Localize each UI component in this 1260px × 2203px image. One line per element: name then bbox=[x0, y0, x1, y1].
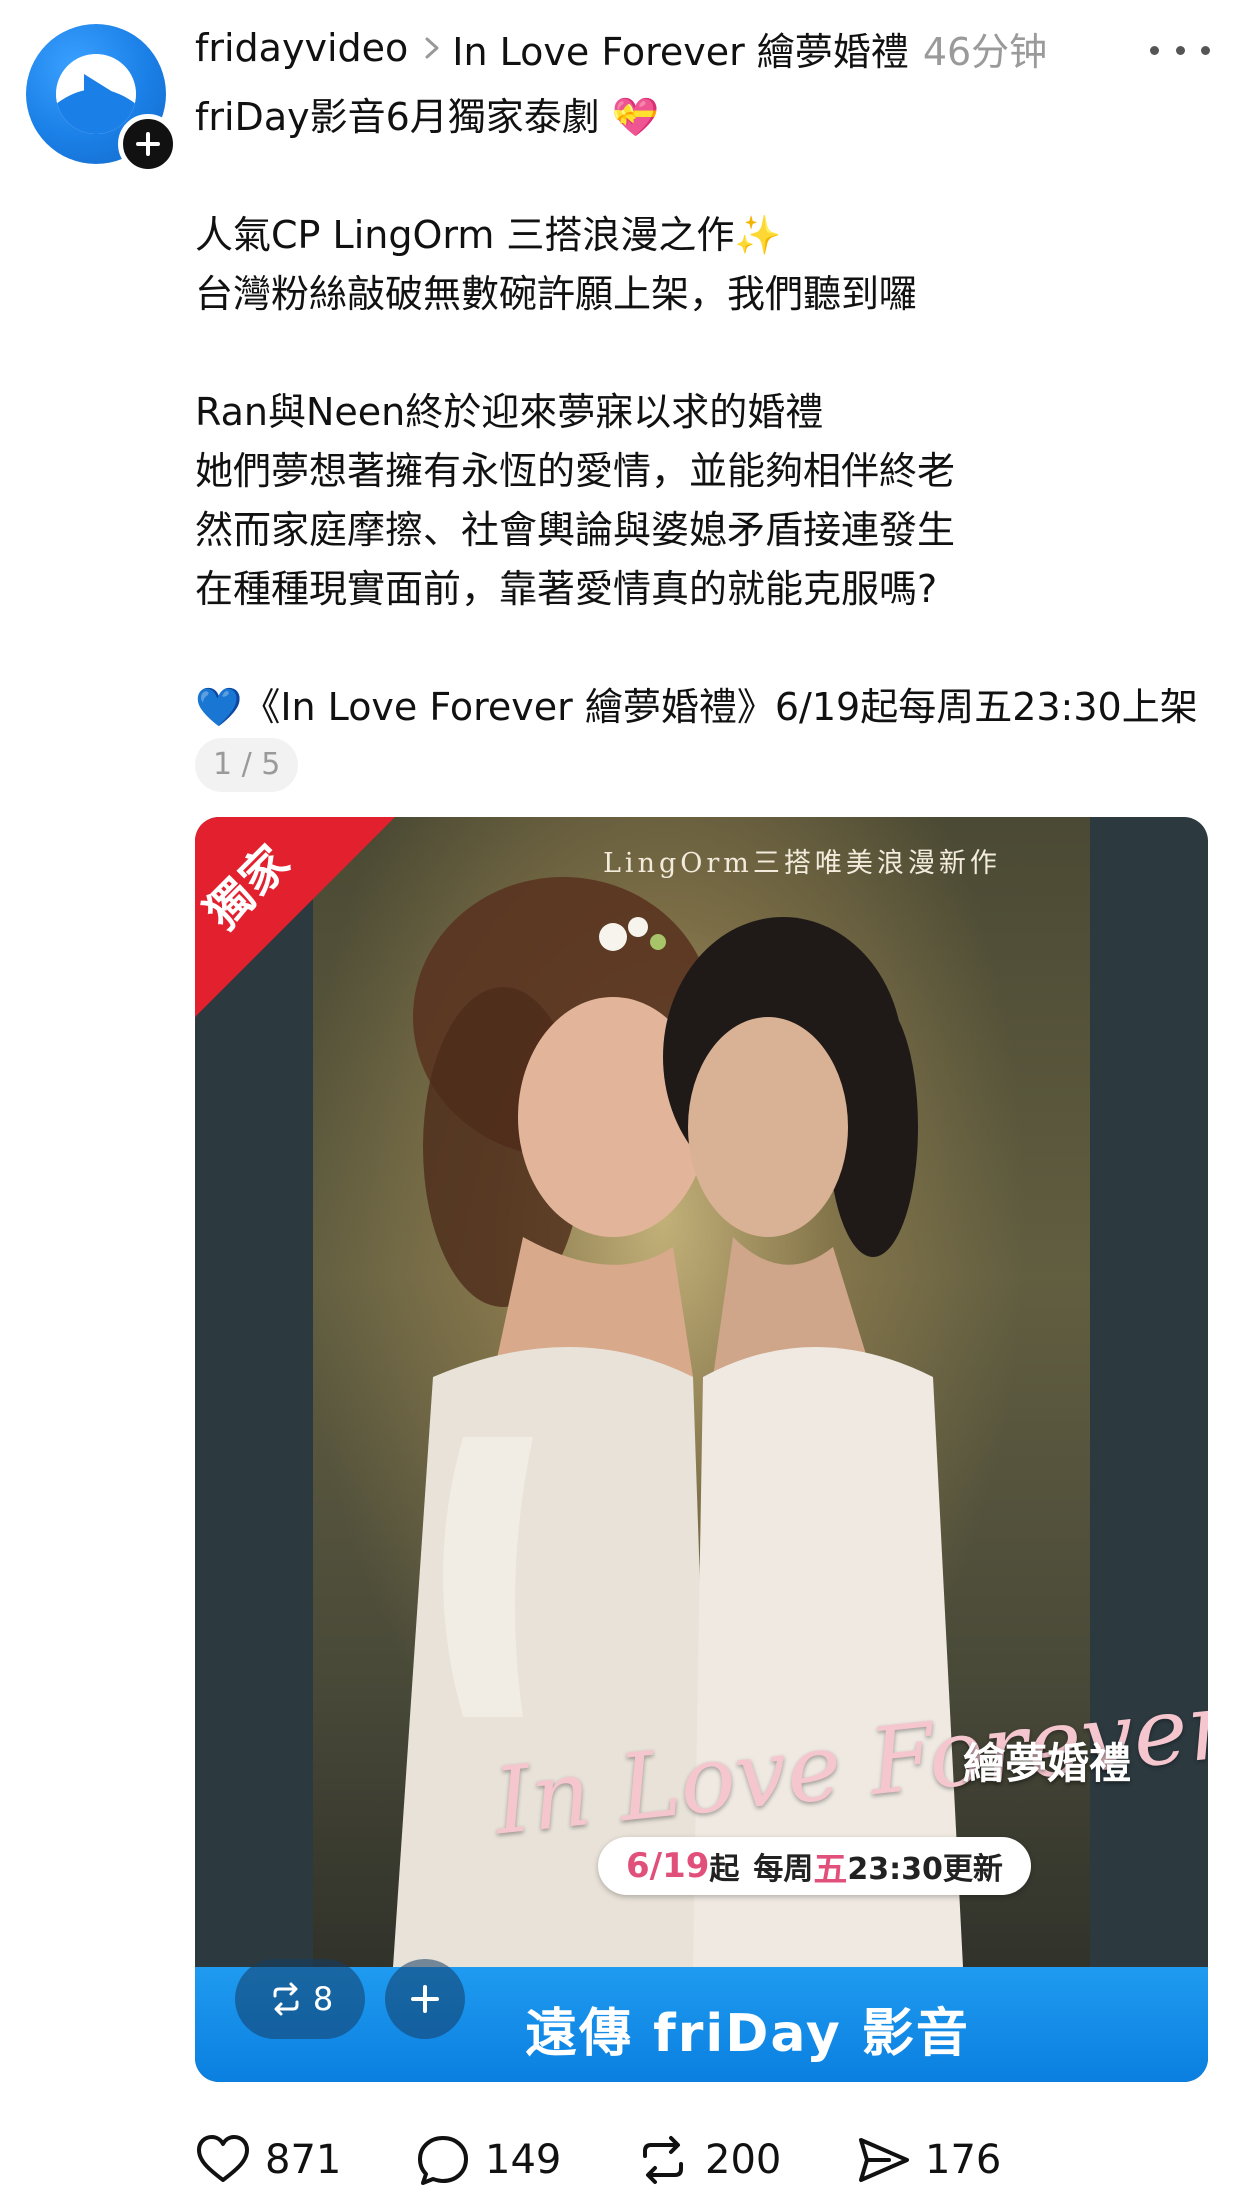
repost-chip-count: 8 bbox=[312, 1980, 334, 2018]
post-line: 台灣粉絲敲破無數碗許願上架，我們聽到囉 bbox=[195, 272, 918, 316]
exclusive-ribbon: 獨家 bbox=[195, 817, 395, 1017]
username[interactable]: fridayvideo bbox=[195, 26, 408, 70]
air-schedule-badge: 6/19 起 每周 五 23:30更新 bbox=[598, 1837, 1031, 1895]
comment-icon bbox=[418, 2136, 468, 2185]
post-line: 然而家庭摩擦、社會輿論與婆媳矛盾接連發生 bbox=[195, 508, 956, 552]
post-line: 人氣CP LingOrm 三搭浪漫之作✨ bbox=[195, 213, 782, 257]
post-line: 在種種現實面前，靠著愛情真的就能克服嗎? bbox=[195, 567, 938, 611]
comment-button[interactable]: 149 bbox=[415, 2130, 561, 2190]
quote-repost-button[interactable]: 8 bbox=[235, 1959, 365, 2039]
repost-icon bbox=[643, 2136, 683, 2184]
air-from: 起 bbox=[709, 1852, 740, 1887]
air-date: 6/19 bbox=[626, 1846, 710, 1886]
comment-count: 149 bbox=[485, 2137, 562, 2183]
post-line-blank bbox=[195, 147, 1235, 206]
more-options-icon[interactable] bbox=[1150, 30, 1210, 70]
post-header: fridayvideo In Love Forever 繪夢婚禮 46分钟 bbox=[195, 16, 1047, 80]
plus-icon bbox=[411, 1985, 439, 2013]
repost-button[interactable]: 200 bbox=[635, 2130, 781, 2190]
post-line: friDay影音6月獨家泰劇 💝 bbox=[195, 95, 660, 139]
poster-tagline: LingOrm三搭唯美浪漫新作 bbox=[603, 848, 1001, 879]
heart-icon bbox=[197, 2135, 249, 2182]
share-button[interactable]: 176 bbox=[855, 2130, 1001, 2190]
post-body: friDay影音6月獨家泰劇 💝 人氣CP LingOrm 三搭浪漫之作✨ 台灣… bbox=[195, 88, 1235, 737]
post-line: 她們夢想著擁有永恆的愛情，並能夠相伴終老 bbox=[195, 449, 956, 493]
share-count: 176 bbox=[925, 2137, 1002, 2183]
follow-plus-icon[interactable] bbox=[118, 114, 178, 174]
friday-logo-icon bbox=[56, 54, 136, 134]
poster-cn-title: 繪夢婚禮 bbox=[963, 1739, 1132, 1788]
topic-tag[interactable]: In Love Forever 繪夢婚禮 bbox=[452, 21, 909, 76]
repost-icon bbox=[273, 1982, 299, 2016]
like-count: 871 bbox=[265, 2137, 342, 2183]
post-line: 💙《In Love Forever 繪夢婚禮》6/19起每周五23:30上架 bbox=[195, 685, 1198, 729]
chevron-right-icon bbox=[422, 35, 442, 61]
repost-count: 200 bbox=[705, 2137, 782, 2183]
add-button[interactable] bbox=[385, 1959, 465, 2039]
post-time: 46分钟 bbox=[922, 29, 1048, 74]
like-button[interactable]: 871 bbox=[195, 2130, 341, 2190]
air-time-update: 23:30更新 bbox=[847, 1852, 1003, 1887]
post-line-blank bbox=[195, 324, 1235, 383]
poster-image: LingOrm三搭唯美浪漫新作 In Love Forever 繪夢婚禮 6/1… bbox=[313, 817, 1208, 1967]
air-day: 五 bbox=[813, 1849, 848, 1890]
post-line: Ran與Neen終於迎來夢寐以求的婚禮 bbox=[195, 390, 824, 434]
media-carousel[interactable]: LingOrm三搭唯美浪漫新作 In Love Forever 繪夢婚禮 6/1… bbox=[195, 817, 1208, 2082]
air-weekly-prefix: 每周 bbox=[753, 1852, 814, 1887]
post-line-blank bbox=[195, 619, 1235, 678]
brand-logo: 遠傳 friDay 影音 bbox=[525, 2004, 970, 2064]
send-icon bbox=[859, 2138, 909, 2182]
page-indicator: 1 / 5 bbox=[195, 738, 299, 792]
action-bar: 871 149 200 176 bbox=[195, 2130, 1195, 2190]
